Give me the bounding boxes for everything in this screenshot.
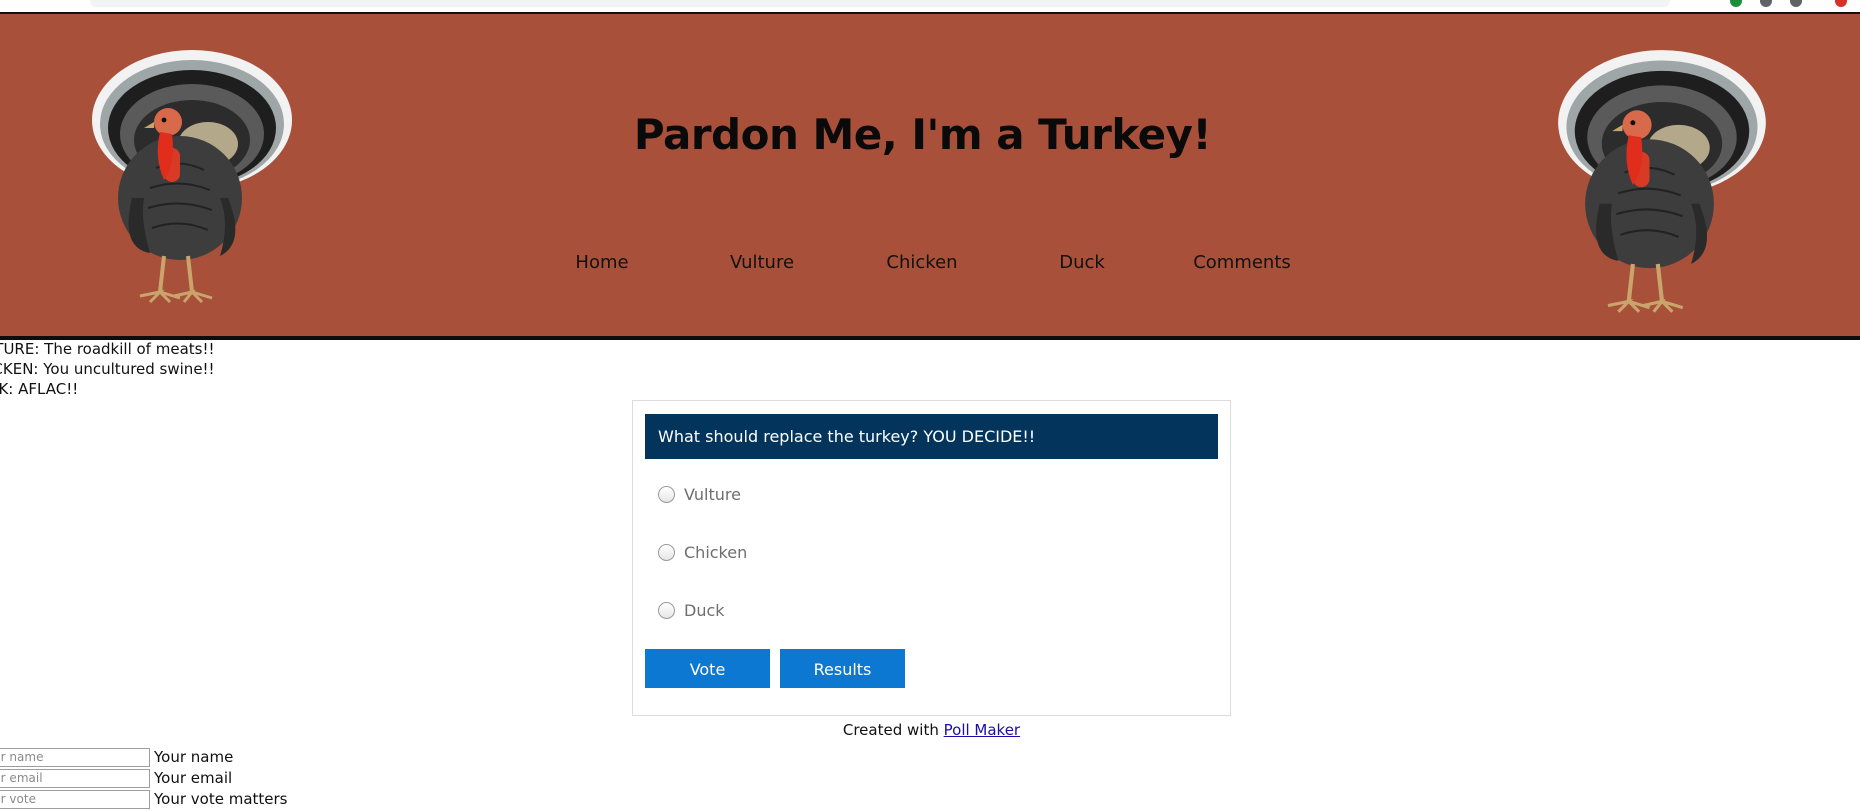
extension-icon[interactable] [1790, 0, 1802, 7]
poll-option-vulture[interactable]: Vulture [658, 483, 741, 505]
extension-icon[interactable] [1730, 0, 1742, 7]
poll-credit: Created with Poll Maker [632, 721, 1231, 739]
nav-duck[interactable]: Duck [1059, 252, 1105, 273]
name-input[interactable] [0, 747, 150, 767]
vote-button[interactable]: Vote [645, 649, 770, 688]
email-input[interactable] [0, 768, 150, 788]
vote-row: Your vote matters [0, 789, 288, 809]
nav-vulture[interactable]: Vulture [730, 252, 794, 273]
option-label: Duck [684, 600, 725, 620]
nav-chicken[interactable]: Chicken [886, 252, 957, 273]
extension-icon[interactable] [1760, 0, 1772, 7]
poll-widget: What should replace the turkey? YOU DECI… [632, 400, 1231, 716]
email-label: Your email [154, 769, 233, 787]
credit-text: Created with [842, 721, 939, 739]
poll-option-duck[interactable]: Duck [658, 599, 725, 621]
turkey-right-image [1558, 50, 1766, 313]
nav-home[interactable]: Home [575, 252, 628, 273]
note-chicken: ICKEN: You uncultured swine!! [0, 360, 215, 378]
poll-question: What should replace the turkey? YOU DECI… [645, 414, 1218, 459]
name-row: Your name [0, 747, 233, 767]
address-bar-remnant [90, 0, 1670, 7]
note-duck: CK: AFLAC!! [0, 380, 79, 398]
note-vulture: LTURE: The roadkill of meats!! [0, 340, 215, 358]
option-label: Chicken [684, 542, 748, 562]
bird-notes: LTURE: The roadkill of meats!! ICKEN: Yo… [0, 339, 215, 399]
browser-top-strip [0, 0, 1860, 14]
profile-avatar[interactable] [1835, 0, 1847, 7]
radio-button[interactable] [658, 601, 675, 619]
results-button[interactable]: Results [780, 649, 905, 688]
vote-input[interactable] [0, 789, 150, 809]
radio-button[interactable] [658, 543, 675, 561]
name-label: Your name [154, 748, 234, 766]
site-header: Pardon Me, I'm a Turkey! Home Vulture Ch… [0, 14, 1860, 340]
poll-option-chicken[interactable]: Chicken [658, 541, 747, 563]
vote-label: Your vote matters [154, 790, 288, 808]
option-label: Vulture [684, 484, 741, 504]
poll-maker-link[interactable]: Poll Maker [944, 721, 1020, 739]
nav-comments[interactable]: Comments [1193, 252, 1291, 273]
radio-button[interactable] [658, 485, 675, 503]
email-row: Your email [0, 768, 232, 788]
